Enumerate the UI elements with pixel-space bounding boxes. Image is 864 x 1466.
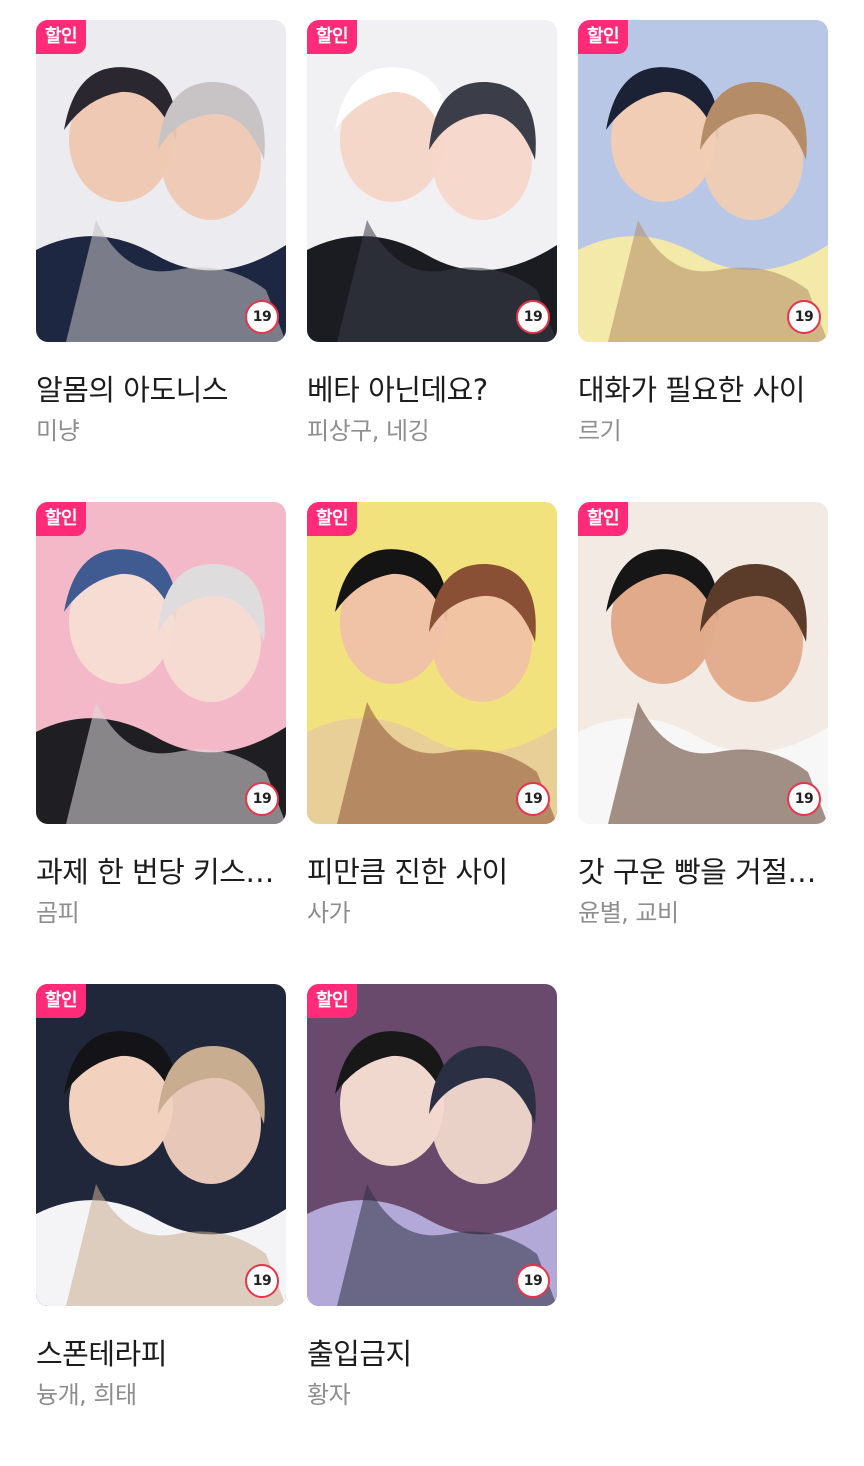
sale-badge: 할인: [578, 20, 629, 54]
book-title[interactable]: 대화가 필요한 사이: [578, 370, 828, 410]
book-author: 윤별, 교비: [578, 899, 679, 927]
cover-illustration: [36, 502, 286, 824]
sale-badge: 할인: [307, 984, 358, 1018]
cover-illustration: [36, 984, 286, 1306]
cover-illustration: [578, 502, 828, 824]
book-cover[interactable]: 할인 19: [36, 502, 286, 824]
book-cover[interactable]: 할인 19: [307, 502, 557, 824]
book-author: 황자: [307, 1381, 351, 1409]
book-title[interactable]: 베타 아닌데요?: [307, 370, 557, 410]
age-rating-badge: 19: [245, 1264, 279, 1298]
book-card[interactable]: 할인 19 스폰테라피늉개, 희태: [36, 984, 286, 1466]
book-card[interactable]: 할인 19 출입금지황자: [307, 984, 557, 1466]
age-rating-badge: 19: [787, 782, 821, 816]
book-cover[interactable]: 할인 19: [578, 502, 828, 824]
book-cover[interactable]: 할인 19: [307, 20, 557, 342]
book-author: 늉개, 희태: [36, 1381, 137, 1409]
book-title[interactable]: 갓 구운 빵을 거절…: [578, 852, 828, 892]
book-cover[interactable]: 할인 19: [36, 20, 286, 342]
age-rating-badge: 19: [245, 782, 279, 816]
cover-illustration: [307, 20, 557, 342]
book-author: 피상구, 네깅: [307, 417, 430, 445]
cover-illustration: [307, 502, 557, 824]
sale-badge: 할인: [36, 984, 87, 1018]
age-rating-badge: 19: [516, 300, 550, 334]
age-rating-badge: 19: [787, 300, 821, 334]
book-card[interactable]: 할인 19 피만큼 진한 사이사가: [307, 502, 557, 984]
book-author: 미냥: [36, 417, 80, 445]
cover-illustration: [307, 984, 557, 1306]
cover-illustration: [36, 20, 286, 342]
book-title[interactable]: 과제 한 번당 키스…: [36, 852, 286, 892]
book-author: 곰피: [36, 899, 80, 927]
sale-badge: 할인: [36, 502, 87, 536]
book-card[interactable]: 할인 19 베타 아닌데요? 피상구, 네깅: [307, 20, 557, 502]
sale-badge: 할인: [307, 502, 358, 536]
book-card[interactable]: 할인 19 알몸의 아도니스미냥: [36, 20, 286, 502]
book-title[interactable]: 스폰테라피: [36, 1334, 286, 1374]
age-rating-badge: 19: [245, 300, 279, 334]
sale-badge: 할인: [36, 20, 87, 54]
book-card[interactable]: 할인 19 대화가 필요한 사이르기: [578, 20, 828, 502]
book-author: 르기: [578, 417, 622, 445]
age-rating-badge: 19: [516, 782, 550, 816]
book-card[interactable]: 할인 19 과제 한 번당 키스… 곰피: [36, 502, 286, 984]
age-rating-badge: 19: [516, 1264, 550, 1298]
book-card[interactable]: 할인 19 갓 구운 빵을 거절… 윤별, 교비: [578, 502, 828, 984]
sale-badge: 할인: [578, 502, 629, 536]
sale-badge: 할인: [307, 20, 358, 54]
book-cover[interactable]: 할인 19: [36, 984, 286, 1306]
cover-illustration: [578, 20, 828, 342]
book-title[interactable]: 알몸의 아도니스: [36, 370, 286, 410]
book-cover[interactable]: 할인 19: [307, 984, 557, 1306]
book-cover[interactable]: 할인 19: [578, 20, 828, 342]
book-author: 사가: [307, 899, 351, 927]
book-title[interactable]: 피만큼 진한 사이: [307, 852, 557, 892]
book-grid: 할인 19 알몸의 아도니스 미냥 할인 19 베타 아닌데요? 피상구, 네깅 할인 19 대화가…: [36, 20, 828, 1466]
book-title[interactable]: 출입금지: [307, 1334, 557, 1374]
